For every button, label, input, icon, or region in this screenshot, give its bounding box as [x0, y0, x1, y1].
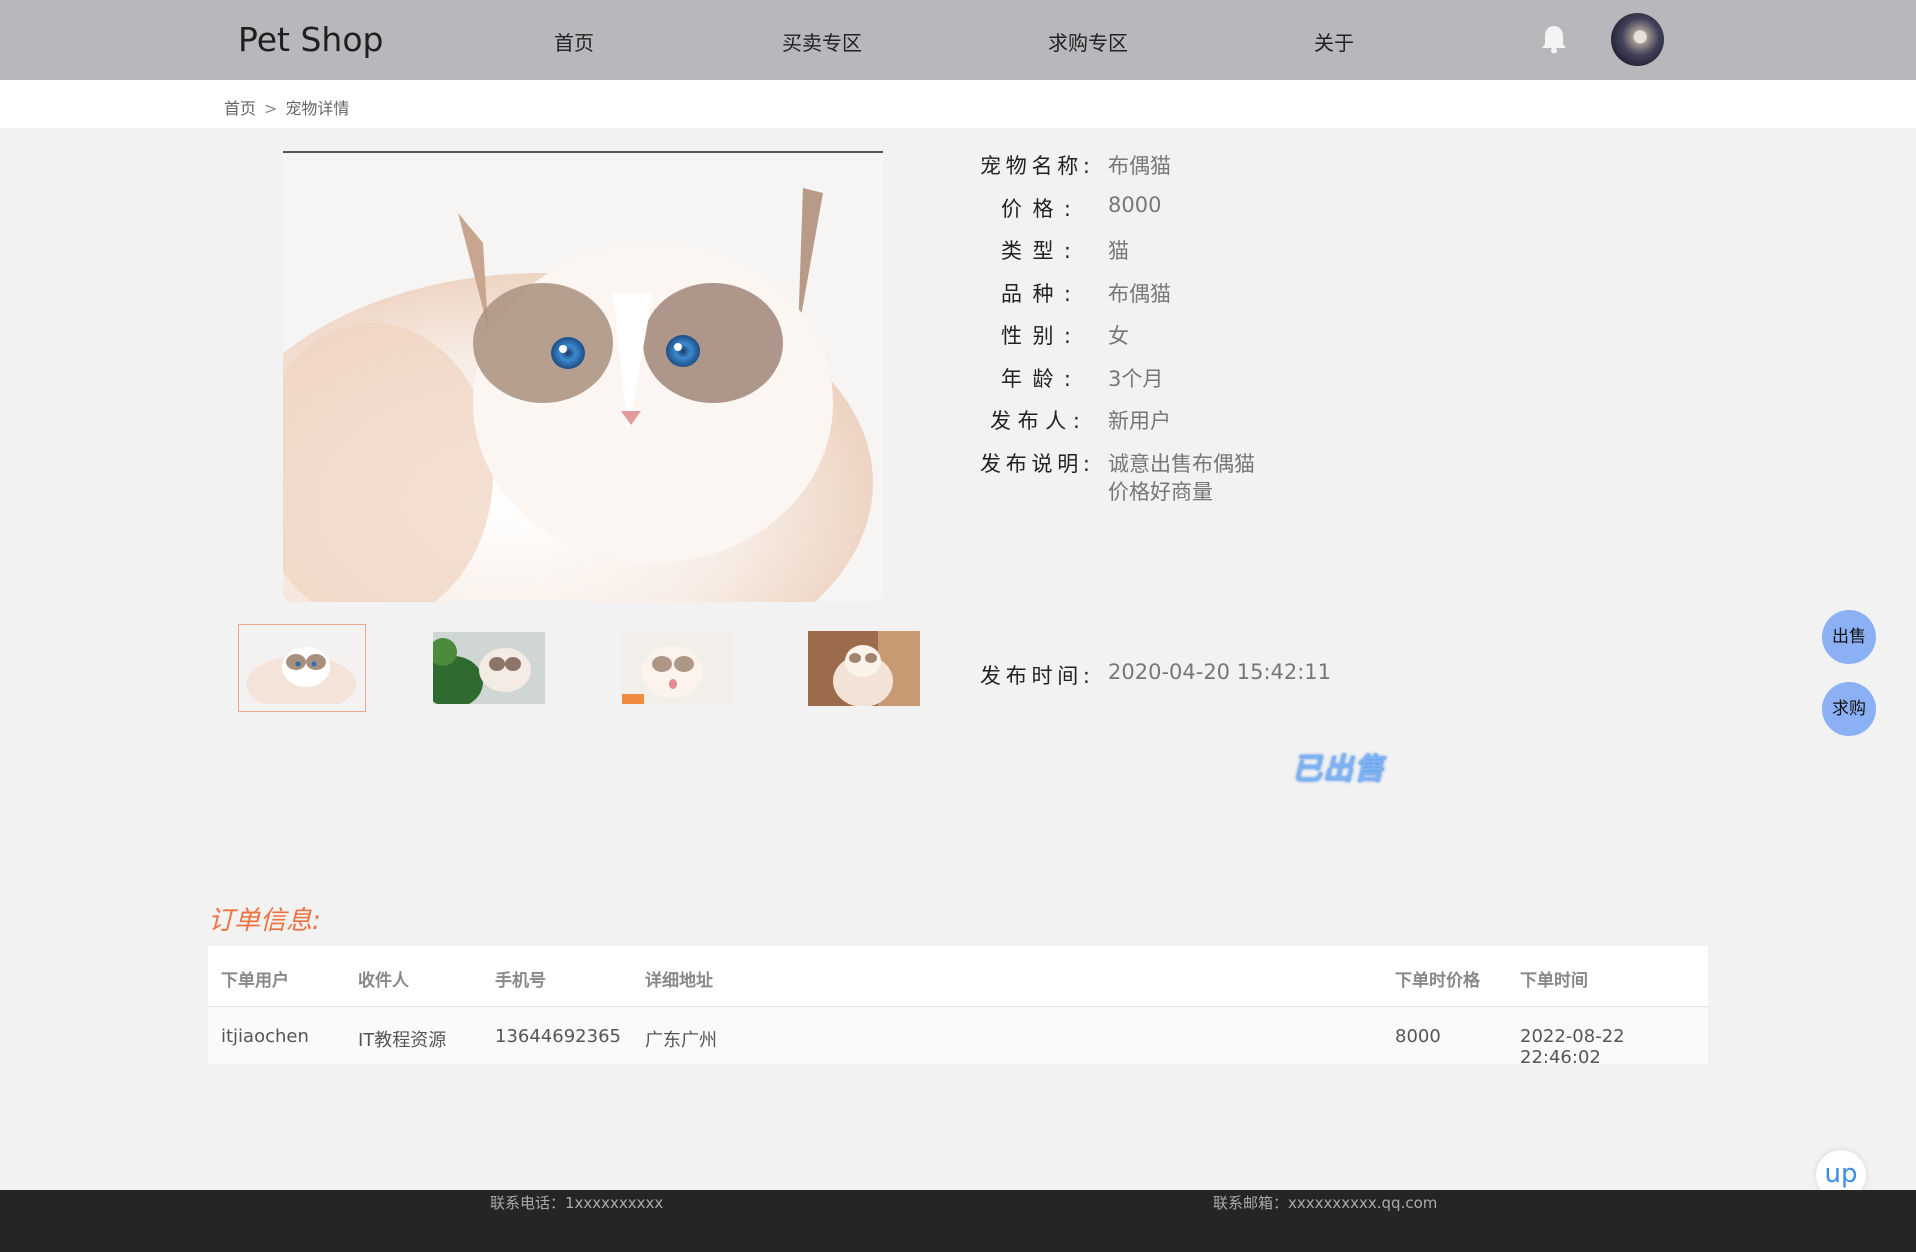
site-logo[interactable]: Pet Shop: [238, 20, 383, 59]
breed-label: 品种:: [1001, 282, 1071, 306]
table-cell: 8000: [1395, 1026, 1441, 1047]
pet-main-photo: [283, 151, 883, 602]
description-label: 发布说明:: [980, 452, 1090, 476]
nav-about[interactable]: 关于: [1314, 27, 1354, 56]
sell-button[interactable]: 出售: [1822, 610, 1876, 664]
breadcrumb-separator: >: [264, 99, 278, 118]
publisher-value: 新用户: [1108, 409, 1171, 433]
gender-value: 女: [1108, 324, 1129, 348]
breadcrumb-bar: 首页 > 宠物详情: [0, 80, 1916, 128]
footer-email: 联系邮箱：xxxxxxxxxx.qq.com: [1213, 1194, 1438, 1212]
gender-label: 性别:: [1001, 324, 1071, 348]
table-row: itjiaochen IT教程资源 13644692365 广东广州 8000 …: [208, 1007, 1708, 1068]
pet-thumbnail[interactable]: [622, 632, 734, 704]
pet-name-label: 宠物名称:: [980, 154, 1090, 178]
pet-name-value: 布偶猫: [1108, 154, 1171, 178]
nav-wanted[interactable]: 求购专区: [1048, 27, 1128, 56]
breed-value: 布偶猫: [1108, 282, 1171, 306]
column-header: 下单用户: [221, 971, 289, 991]
table-cell: 2022-08-22 22:46:02: [1520, 1026, 1625, 1068]
footer: 联系电话：1xxxxxxxxxx 联系邮箱：xxxxxxxxxx.qq.com: [0, 1190, 1916, 1252]
table-header: 下单用户 收件人 手机号 详细地址 下单时价格 下单时间: [208, 946, 1708, 1007]
pet-thumbnail[interactable]: [808, 631, 920, 706]
column-header: 收件人: [358, 971, 409, 991]
price-value: 8000: [1108, 193, 1162, 217]
column-header: 下单时间: [1520, 971, 1588, 991]
type-label: 类型:: [1001, 239, 1071, 263]
breadcrumb-current: 宠物详情: [285, 99, 350, 118]
breadcrumb: 首页 > 宠物详情: [224, 95, 349, 119]
type-value: 猫: [1108, 239, 1129, 263]
table-cell: IT教程资源: [358, 1030, 447, 1051]
buy-request-button[interactable]: 求购: [1822, 682, 1876, 736]
column-header: 手机号: [495, 971, 546, 991]
publish-time-value: 2020-04-20 15:42:11: [1108, 660, 1332, 684]
pet-thumbnail[interactable]: [238, 624, 366, 712]
nav-home[interactable]: 首页: [554, 27, 594, 56]
footer-phone: 联系电话：1xxxxxxxxxx: [490, 1194, 664, 1212]
publisher-label: 发布人:: [990, 409, 1080, 433]
table-cell: itjiaochen: [221, 1026, 309, 1047]
age-label: 年龄:: [1001, 367, 1071, 391]
description-line-1: 诚意出售布偶猫: [1108, 452, 1255, 476]
sold-status-badge: 已出售: [1292, 752, 1385, 787]
pet-thumbnail[interactable]: [433, 632, 545, 704]
publish-time-label: 发布时间:: [980, 664, 1090, 688]
avatar[interactable]: [1611, 13, 1664, 66]
order-info-title: 订单信息:: [208, 906, 321, 936]
top-navbar: Pet Shop 首页 买卖专区 求购专区 关于: [0, 0, 1916, 80]
table-cell: 广东广州: [645, 1030, 717, 1051]
breadcrumb-home[interactable]: 首页: [224, 99, 256, 118]
nav-trade[interactable]: 买卖专区: [782, 27, 862, 56]
table-cell: 13644692365: [495, 1026, 621, 1047]
age-value: 3个月: [1108, 367, 1164, 391]
column-header: 详细地址: [645, 971, 713, 991]
price-label: 价格:: [1001, 197, 1071, 221]
bell-icon[interactable]: [1540, 24, 1568, 54]
column-header: 下单时价格: [1395, 971, 1480, 991]
description-line-2: 价格好商量: [1108, 480, 1213, 504]
